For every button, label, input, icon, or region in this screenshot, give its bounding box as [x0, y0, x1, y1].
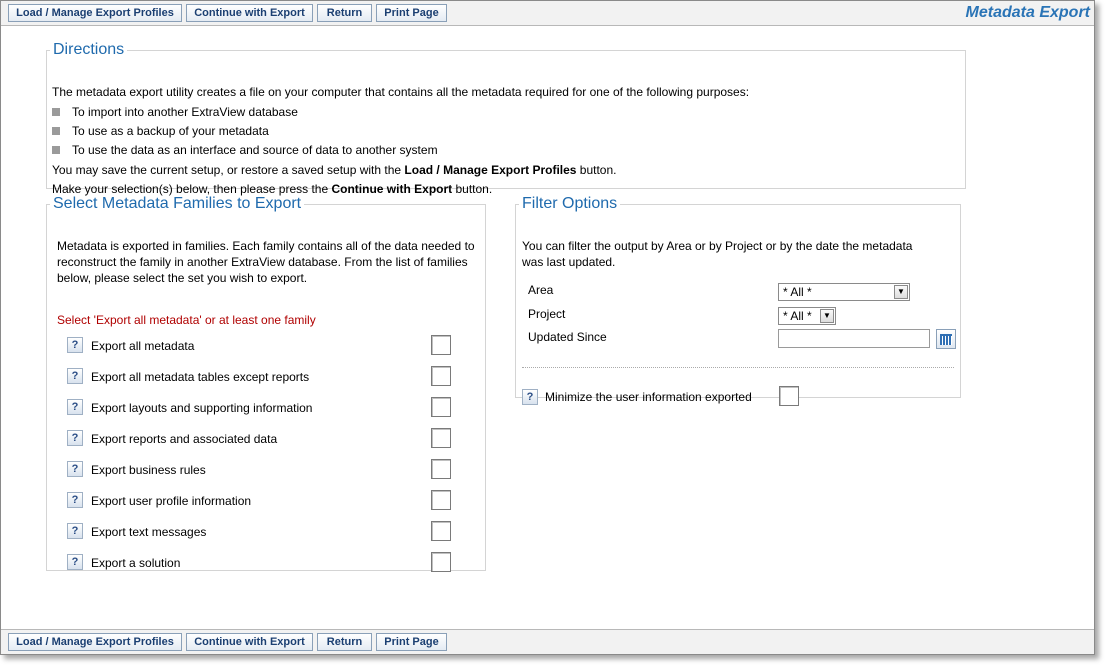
directions-text: Make your selection(s) below, then pleas…	[52, 182, 332, 196]
bullet-square-icon	[52, 127, 60, 135]
family-row: ? Export user profile information	[67, 490, 453, 512]
project-select[interactable]: * All * ▼	[778, 307, 836, 325]
return-button[interactable]: Return	[317, 4, 372, 22]
area-label: Area	[528, 283, 554, 297]
directions-text: button.	[576, 163, 617, 177]
filter-divider	[522, 367, 954, 368]
load-manage-profiles-button[interactable]: Load / Manage Export Profiles	[8, 4, 182, 22]
bottom-toolbar: Load / Manage Export Profiles Continue w…	[1, 629, 1094, 654]
updated-since-label: Updated Since	[528, 330, 607, 344]
calendar-icon[interactable]	[936, 329, 956, 349]
family-label: Export text messages	[91, 525, 207, 539]
dropdown-arrow-icon: ▼	[820, 309, 834, 323]
export-business-rules-checkbox[interactable]	[431, 459, 451, 479]
export-reports-checkbox[interactable]	[431, 428, 451, 448]
families-warning: Select 'Export all metadata' or at least…	[57, 313, 316, 327]
family-row: ? Export all metadata	[67, 335, 453, 357]
directions-text: button.	[452, 182, 493, 196]
directions-bullet: To use as a backup of your metadata	[72, 124, 269, 138]
continue-export-button[interactable]: Continue with Export	[186, 4, 313, 22]
family-label: Export reports and associated data	[91, 432, 278, 446]
calendar-grid	[940, 334, 952, 345]
bullet-square-icon	[52, 108, 60, 116]
filter-panel: Filter Options You can filter the output…	[515, 195, 961, 406]
export-solution-checkbox[interactable]	[431, 552, 451, 572]
top-toolbar: Load / Manage Export Profiles Continue w…	[1, 1, 1094, 26]
help-icon[interactable]: ?	[67, 399, 83, 415]
family-label: Export all metadata tables except report…	[91, 370, 310, 384]
updated-since-input[interactable]	[778, 329, 930, 348]
family-row: ? Export reports and associated data	[67, 428, 453, 450]
help-icon[interactable]: ?	[67, 461, 83, 477]
family-row: ? Export text messages	[67, 521, 453, 543]
filter-legend: Filter Options	[522, 195, 618, 212]
directions-panel: Directions The metadata export utility c…	[46, 41, 966, 196]
export-tables-except-reports-checkbox[interactable]	[431, 366, 451, 386]
help-icon[interactable]: ?	[67, 337, 83, 353]
directions-bullet: To use the data as an interface and sour…	[72, 143, 438, 157]
help-icon[interactable]: ?	[67, 492, 83, 508]
print-page-button[interactable]: Print Page	[376, 633, 447, 651]
page-title: Metadata Export	[965, 4, 1090, 21]
help-icon[interactable]: ?	[67, 523, 83, 539]
family-row: ? Export all metadata tables except repo…	[67, 366, 453, 388]
help-icon[interactable]: ?	[67, 554, 83, 570]
family-row: ? Export a solution	[67, 552, 453, 574]
print-page-button[interactable]: Print Page	[376, 4, 447, 22]
project-select-value: * All *	[783, 309, 812, 323]
families-panel: Select Metadata Families to Export Metad…	[46, 195, 486, 574]
directions-text: You may save the current setup, or resto…	[52, 163, 405, 177]
minimize-user-info-checkbox[interactable]	[779, 386, 799, 406]
help-icon[interactable]: ?	[67, 368, 83, 384]
dropdown-arrow-icon: ▼	[894, 285, 908, 299]
load-manage-profiles-button[interactable]: Load / Manage Export Profiles	[8, 633, 182, 651]
family-label: Export all metadata	[91, 339, 195, 353]
directions-intro: The metadata export utility creates a fi…	[52, 85, 750, 99]
families-legend: Select Metadata Families to Export	[53, 195, 302, 212]
help-icon[interactable]: ?	[67, 430, 83, 446]
return-button[interactable]: Return	[317, 633, 372, 651]
continue-export-button[interactable]: Continue with Export	[186, 633, 313, 651]
directions-bold-text: Continue with Export	[331, 182, 453, 196]
area-select-value: * All *	[783, 285, 812, 299]
project-label: Project	[528, 307, 566, 321]
metadata-export-window: Load / Manage Export Profiles Continue w…	[0, 0, 1095, 655]
directions-profile-line: You may save the current setup, or resto…	[52, 163, 616, 177]
filter-description: You can filter the output by Area or by …	[522, 239, 913, 269]
area-select[interactable]: * All * ▼	[778, 283, 910, 301]
help-icon[interactable]: ?	[522, 389, 538, 405]
export-text-messages-checkbox[interactable]	[431, 521, 451, 541]
family-label: Export user profile information	[91, 494, 252, 508]
bullet-square-icon	[52, 146, 60, 154]
export-user-profile-checkbox[interactable]	[431, 490, 451, 510]
family-label: Export business rules	[91, 463, 206, 477]
family-label: Export layouts and supporting informatio…	[91, 401, 313, 415]
minimize-user-info-label: Minimize the user information exported	[545, 390, 752, 404]
directions-bullet: To import into another ExtraView databas…	[72, 105, 298, 119]
family-row: ? Export business rules	[67, 459, 453, 481]
directions-continue-line: Make your selection(s) below, then pleas…	[52, 182, 492, 196]
family-row: ? Export layouts and supporting informat…	[67, 397, 453, 419]
families-description: Metadata is exported in families. Each f…	[57, 239, 475, 285]
directions-bold-text: Load / Manage Export Profiles	[404, 163, 577, 177]
export-layouts-checkbox[interactable]	[431, 397, 451, 417]
family-label: Export a solution	[91, 556, 181, 570]
export-all-metadata-checkbox[interactable]	[431, 335, 451, 355]
directions-legend: Directions	[53, 41, 125, 58]
